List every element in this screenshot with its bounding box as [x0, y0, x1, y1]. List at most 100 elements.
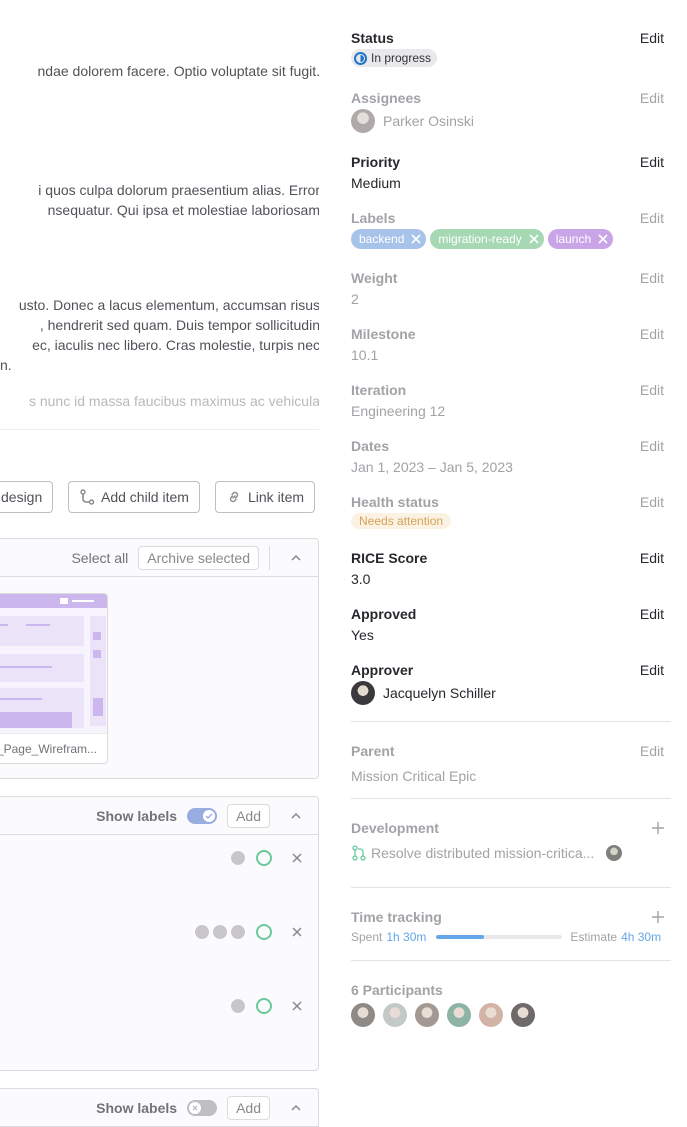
plus-icon[interactable] — [651, 821, 665, 835]
merge-request-icon — [352, 845, 366, 861]
label-text: migration-ready — [438, 232, 522, 246]
remove-label-icon[interactable] — [410, 233, 422, 245]
remove-label-icon[interactable] — [597, 233, 609, 245]
remove-label-icon[interactable] — [528, 233, 540, 245]
select-all-link[interactable]: Select all — [71, 550, 128, 566]
health-status-badge: Needs attention — [351, 513, 452, 529]
add-child-item-button[interactable]: Add child item — [68, 481, 200, 513]
avatar — [230, 924, 246, 940]
add-linked-item-button[interactable]: Add — [227, 1095, 270, 1120]
time-tracking-field: Time tracking Spent 1h 30m Estimate 4h 3… — [351, 908, 671, 944]
status-title: Status — [351, 30, 394, 46]
assignee[interactable]: Parker Osinski — [351, 109, 664, 133]
approver-name: Jacquelyn Schiller — [383, 685, 496, 701]
health-status-edit-button[interactable]: Edit — [640, 493, 664, 511]
chevron-up-icon[interactable] — [288, 1100, 304, 1116]
priority-edit-button[interactable]: Edit — [640, 153, 664, 171]
rice-score-edit-button[interactable]: Edit — [640, 549, 664, 567]
approver-edit-button[interactable]: Edit — [640, 661, 664, 679]
iteration-edit-button[interactable]: Edit — [640, 381, 664, 399]
avatar — [212, 924, 228, 940]
approver[interactable]: Jacquelyn Schiller — [351, 681, 664, 705]
participant-avatar[interactable] — [511, 1003, 535, 1027]
time-tracking-title: Time tracking — [351, 909, 442, 925]
add-design-button[interactable]: design — [0, 481, 54, 513]
open-status-icon — [256, 850, 272, 866]
weight-edit-button[interactable]: Edit — [640, 269, 664, 287]
participant-avatar[interactable] — [479, 1003, 503, 1027]
add-design-label: design — [1, 489, 43, 505]
assignees-edit-button[interactable]: Edit — [640, 89, 664, 107]
avatar — [230, 850, 246, 866]
divider — [351, 887, 671, 888]
priority-title: Priority — [351, 154, 401, 170]
task-row[interactable] — [230, 850, 304, 866]
approved-edit-button[interactable]: Edit — [640, 605, 664, 623]
priority-field: Priority Edit Medium — [351, 153, 664, 193]
assignee-name: Parker Osinski — [383, 113, 475, 129]
link-item-button[interactable]: Link item — [215, 481, 316, 513]
dates-edit-button[interactable]: Edit — [640, 437, 664, 455]
health-status-field: Health status Edit Needs attention — [351, 493, 664, 529]
chevron-up-icon[interactable] — [288, 808, 304, 824]
description-line: , hendrerit sed quam. Duis tempor sollic… — [39, 317, 319, 333]
labels-edit-button[interactable]: Edit — [640, 209, 664, 227]
label-pill[interactable]: migration-ready — [430, 229, 544, 249]
link-icon — [229, 491, 239, 503]
status-edit-button[interactable]: Edit — [640, 29, 664, 47]
avatar — [194, 924, 210, 940]
task-row[interactable] — [194, 924, 304, 940]
participant-avatar[interactable] — [415, 1003, 439, 1027]
x-icon — [192, 1105, 198, 1110]
show-labels-toggle[interactable] — [187, 1099, 218, 1116]
add-child-item-label: Add child item — [101, 489, 189, 505]
parent-title: Parent — [351, 743, 395, 759]
participant-avatar[interactable] — [351, 1003, 375, 1027]
priority-value: Medium — [351, 175, 401, 191]
in-progress-icon — [354, 51, 367, 65]
approved-field: Approved Edit Yes — [351, 605, 664, 645]
participant-avatar[interactable] — [383, 1003, 407, 1027]
link-item-label: Link item — [248, 489, 305, 505]
participants-title: 6 Participants — [351, 982, 443, 998]
description-line: i quos culpa dolorum praesentium alias. … — [38, 182, 319, 198]
show-labels-toggle[interactable] — [187, 807, 218, 824]
description-line: s nunc id massa faucibus maximus ac vehi… — [28, 393, 319, 409]
avatar — [351, 109, 375, 133]
rice-score-field: RICE Score Edit 3.0 — [351, 549, 664, 589]
parent-link[interactable]: Mission Critical Epic — [351, 766, 664, 786]
description-paragraph-2: i quos culpa dolorum praesentium alias. … — [0, 180, 319, 220]
child-item-icon — [80, 489, 95, 505]
label-pill[interactable]: launch — [547, 229, 614, 249]
archive-selected-button[interactable]: Archive selected — [138, 545, 259, 570]
description-line: usto. Donec a lacus elementum, accumsan … — [18, 297, 319, 313]
iteration-title: Iteration — [351, 382, 407, 398]
label-pill[interactable]: backend — [351, 229, 427, 249]
parent-edit-button[interactable]: Edit — [640, 742, 664, 760]
add-task-button[interactable]: Add — [227, 803, 270, 828]
close-icon[interactable] — [290, 925, 304, 939]
plus-icon[interactable] — [651, 910, 665, 924]
task-row[interactable] — [230, 998, 304, 1014]
time-progress-bar — [436, 935, 563, 939]
dates-value: Jan 1, 2023 – Jan 5, 2023 — [351, 459, 513, 475]
close-icon[interactable] — [290, 851, 304, 865]
description-line: n. — [0, 357, 12, 373]
description-column: ndae dolorem facere. Optio voluptate sit… — [0, 0, 319, 1127]
check-icon — [205, 813, 213, 819]
spent-value: 1h 30m — [386, 930, 427, 944]
estimate-value: 4h 30m — [621, 930, 662, 944]
description-paragraph-4: s nunc id massa faucibus maximus ac vehi… — [0, 391, 319, 411]
assignees-field: Assignees Edit Parker Osinski — [351, 89, 664, 133]
weight-field: Weight Edit 2 — [351, 269, 664, 309]
participant-avatar[interactable] — [447, 1003, 471, 1027]
chevron-up-icon[interactable] — [288, 550, 304, 566]
status-field: Status Edit In progress — [351, 29, 664, 68]
close-icon[interactable] — [290, 999, 304, 1013]
header-separator — [269, 545, 270, 570]
tasks-card-header: Show labels Add — [0, 797, 318, 835]
status-badge: In progress — [351, 49, 438, 67]
merge-request-item[interactable]: Resolve distributed mission-critica... — [351, 845, 671, 861]
milestone-edit-button[interactable]: Edit — [640, 325, 664, 343]
design-thumbnail[interactable]: g_Page_Wirefram... — [0, 593, 108, 764]
